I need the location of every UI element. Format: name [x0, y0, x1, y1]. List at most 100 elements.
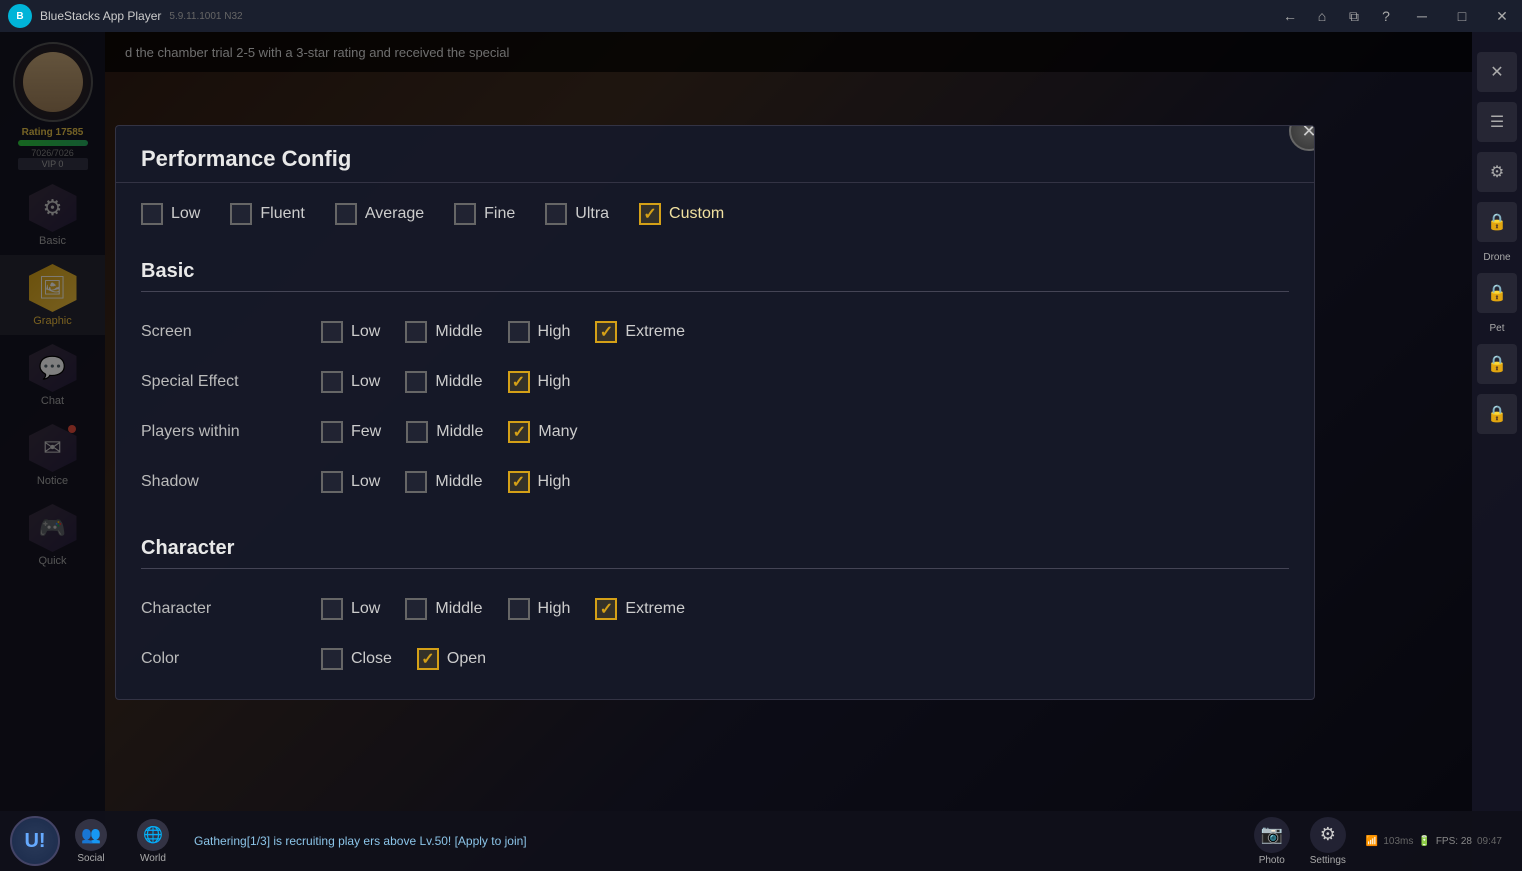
presets-row: Low Fluent Average Fine Ultra: [116, 183, 1314, 245]
shadow-high-check-icon: ✓: [512, 472, 525, 492]
shadow-high[interactable]: ✓ High: [508, 471, 571, 493]
world-button[interactable]: 🌐 World: [122, 819, 184, 864]
special-effect-low[interactable]: Low: [321, 371, 380, 393]
character-low-cb[interactable]: [321, 598, 343, 620]
screen-middle-cb[interactable]: [405, 321, 427, 343]
preset-average-checkbox[interactable]: [335, 203, 357, 225]
character-extreme[interactable]: ✓ Extreme: [595, 598, 685, 620]
preset-ultra-checkbox[interactable]: [545, 203, 567, 225]
settings-label: Settings: [1310, 855, 1346, 866]
right-settings-btn[interactable]: ⚙: [1477, 152, 1517, 192]
nav-home-btn[interactable]: ⌂: [1306, 0, 1338, 32]
nav-back-btn[interactable]: ←: [1274, 0, 1306, 32]
color-close-cb[interactable]: [321, 648, 343, 670]
screen-low[interactable]: Low: [321, 321, 380, 343]
screen-high-cb[interactable]: [508, 321, 530, 343]
special-effect-high-cb[interactable]: ✓: [508, 371, 530, 393]
photo-button[interactable]: 📷 Photo: [1244, 817, 1300, 866]
players-many[interactable]: ✓ Many: [508, 421, 577, 443]
basic-section: Basic Screen Low Middle High: [116, 245, 1314, 522]
preset-low-checkbox[interactable]: [141, 203, 163, 225]
character-middle[interactable]: Middle: [405, 598, 482, 620]
preset-ultra[interactable]: Ultra: [545, 203, 609, 225]
help-btn[interactable]: ?: [1370, 0, 1402, 32]
screen-extreme[interactable]: ✓ Extreme: [595, 321, 685, 343]
color-open-check-icon: ✓: [421, 649, 434, 669]
preset-fine[interactable]: Fine: [454, 203, 515, 225]
special-effect-middle[interactable]: Middle: [405, 371, 482, 393]
character-options: Low Middle High ✓ Extreme: [321, 598, 1289, 620]
chat-message-text: Gathering[1/3] is recruiting play ers ab…: [194, 834, 527, 848]
screen-extreme-check-icon: ✓: [600, 322, 613, 342]
players-many-label: Many: [538, 423, 577, 441]
shadow-high-cb[interactable]: ✓: [508, 471, 530, 493]
preset-fluent-label: Fluent: [260, 205, 304, 223]
right-lock1-btn: 🔒: [1477, 202, 1517, 242]
character-low[interactable]: Low: [321, 598, 380, 620]
photo-icon: 📷: [1254, 817, 1290, 853]
performance-config-modal: ✕ Performance Config Low Fluent Average …: [115, 125, 1315, 700]
character-section: Character Character Low Middle High: [116, 522, 1314, 699]
players-many-cb[interactable]: ✓: [508, 421, 530, 443]
screen-high[interactable]: High: [508, 321, 571, 343]
players-few-label: Few: [351, 423, 381, 441]
players-middle-cb[interactable]: [406, 421, 428, 443]
maximize-btn[interactable]: □: [1442, 0, 1482, 32]
world-icon: 🌐: [137, 819, 169, 851]
preset-fine-checkbox[interactable]: [454, 203, 476, 225]
social-button[interactable]: 👥 Social: [60, 819, 122, 864]
character-extreme-check-icon: ✓: [600, 599, 613, 619]
preset-low[interactable]: Low: [141, 203, 200, 225]
right-close-btn[interactable]: ✕: [1477, 52, 1517, 92]
screen-extreme-cb[interactable]: ✓: [595, 321, 617, 343]
preset-fluent-checkbox[interactable]: [230, 203, 252, 225]
social-icon: 👥: [75, 819, 107, 851]
screen-low-label: Low: [351, 323, 380, 341]
shadow-middle-cb[interactable]: [405, 471, 427, 493]
special-effect-middle-label: Middle: [435, 373, 482, 391]
color-open-cb[interactable]: ✓: [417, 648, 439, 670]
screen-high-label: High: [538, 323, 571, 341]
close-btn[interactable]: ✕: [1482, 0, 1522, 32]
color-close[interactable]: Close: [321, 648, 392, 670]
preset-fluent[interactable]: Fluent: [230, 203, 304, 225]
players-few[interactable]: Few: [321, 421, 381, 443]
character-row-label: Character: [141, 600, 321, 618]
u-icon[interactable]: U!: [10, 816, 60, 866]
modal-title: Performance Config: [141, 146, 1289, 172]
shadow-row: Shadow Low Middle ✓ High: [141, 457, 1289, 507]
shadow-low[interactable]: Low: [321, 471, 380, 493]
right-sidebar: ✕ ☰ ⚙ 🔒 Drone 🔒 Pet 🔒 🔒: [1472, 32, 1522, 871]
character-middle-label: Middle: [435, 600, 482, 618]
shadow-middle[interactable]: Middle: [405, 471, 482, 493]
minimize-btn[interactable]: ─: [1402, 0, 1442, 32]
screen-middle[interactable]: Middle: [405, 321, 482, 343]
players-middle-label: Middle: [436, 423, 483, 441]
shadow-low-label: Low: [351, 473, 380, 491]
players-middle[interactable]: Middle: [406, 421, 483, 443]
special-effect-high[interactable]: ✓ High: [508, 371, 571, 393]
character-row: Character Low Middle High ✓: [141, 584, 1289, 634]
character-extreme-cb[interactable]: ✓: [595, 598, 617, 620]
preset-custom[interactable]: ✓ Custom: [639, 203, 724, 225]
modal-header: Performance Config: [116, 126, 1314, 183]
special-effect-middle-cb[interactable]: [405, 371, 427, 393]
right-menu-btn[interactable]: ☰: [1477, 102, 1517, 142]
special-effect-low-cb[interactable]: [321, 371, 343, 393]
color-open[interactable]: ✓ Open: [417, 648, 486, 670]
color-row: Color Close ✓ Open: [141, 634, 1289, 684]
screen-low-cb[interactable]: [321, 321, 343, 343]
preset-average[interactable]: Average: [335, 203, 424, 225]
nav-recent-btn[interactable]: ⧉: [1338, 0, 1370, 32]
settings-button[interactable]: ⚙ Settings: [1300, 817, 1356, 866]
signal-text: 103ms: [1383, 836, 1413, 847]
character-middle-cb[interactable]: [405, 598, 427, 620]
right-drone-btn: 🔒: [1477, 273, 1517, 313]
shadow-low-cb[interactable]: [321, 471, 343, 493]
special-effect-low-label: Low: [351, 373, 380, 391]
preset-custom-checkbox[interactable]: ✓: [639, 203, 661, 225]
character-high[interactable]: High: [508, 598, 571, 620]
pet-label: Pet: [1489, 323, 1504, 334]
players-few-cb[interactable]: [321, 421, 343, 443]
character-high-cb[interactable]: [508, 598, 530, 620]
